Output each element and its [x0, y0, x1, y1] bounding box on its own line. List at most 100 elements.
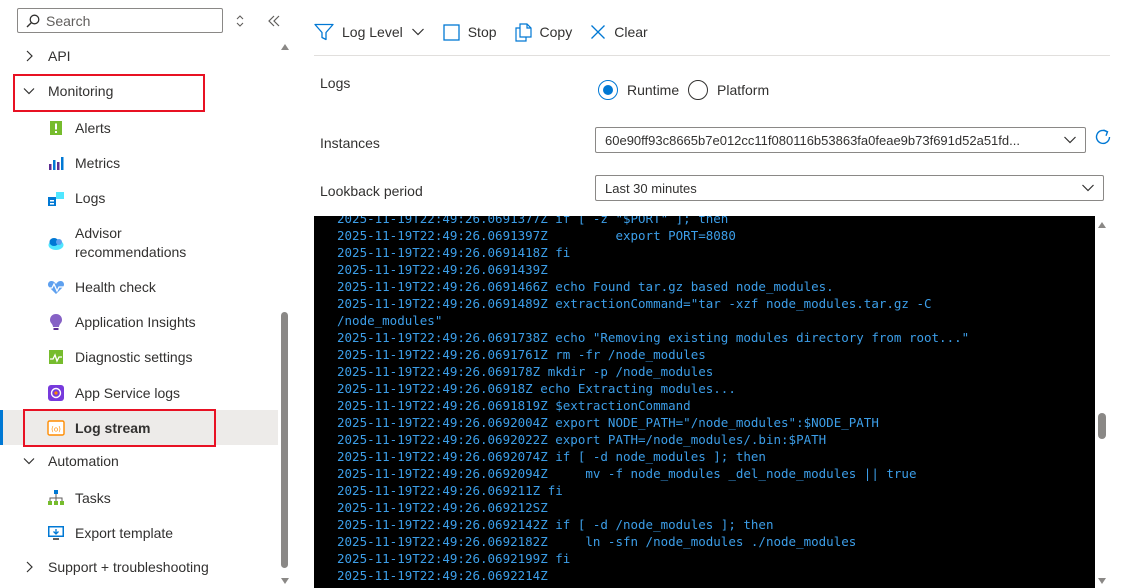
chevron-down-icon — [23, 88, 35, 95]
filter-icon — [314, 23, 334, 41]
menu-group-label: Automation — [48, 453, 119, 469]
menu-item-label: Application Insights — [75, 314, 196, 330]
chevron-down-icon — [23, 458, 35, 465]
log-line: 2025-11-19T22:49:26.0691377Z if [ -z "$P… — [337, 216, 729, 226]
menu-item-diagnostic-settings[interactable]: Diagnostic settings — [0, 345, 278, 369]
export-template-icon — [48, 526, 64, 540]
advisor-icon — [48, 238, 64, 250]
menu-item-metrics[interactable]: Metrics — [0, 151, 278, 175]
log-line: 2025-11-19T22:49:26.0691819Z $extraction… — [337, 398, 691, 413]
menu-group-automation[interactable]: Automation — [0, 449, 278, 473]
metrics-icon — [49, 157, 64, 170]
menu-scrollbar[interactable] — [280, 44, 290, 584]
scroll-up-arrow-icon[interactable] — [1098, 222, 1106, 228]
health-check-icon — [47, 281, 65, 294]
scroll-up-arrow-icon[interactable] — [281, 44, 289, 50]
menu-item-advisor-recommendations[interactable]: Advisor recommendations — [0, 221, 278, 265]
log-scrollbar[interactable] — [1095, 216, 1109, 588]
log-line: 2025-11-19T22:49:26.0691738Z echo "Remov… — [337, 330, 970, 345]
log-line: 2025-11-19T22:49:26.0691418Z fi — [337, 245, 571, 260]
instances-dropdown-value: 60e90ff93c8665b7e012cc11f080116b53863fa0… — [605, 132, 1020, 148]
menu-group-monitoring[interactable]: Monitoring — [0, 79, 278, 103]
menu-item-app-service-logs[interactable]: App Service logs — [0, 381, 278, 405]
clear-button[interactable]: Clear — [590, 14, 648, 50]
radio-runtime[interactable]: Runtime — [598, 80, 679, 100]
radio-runtime-label: Runtime — [627, 82, 680, 98]
refresh-icon[interactable] — [1093, 127, 1113, 147]
log-line: 2025-11-19T22:49:26.0691761Z rm -fr /nod… — [337, 347, 706, 362]
clear-label: Clear — [614, 24, 648, 40]
menu-item-logs[interactable]: Logs — [0, 186, 278, 210]
chevron-right-icon — [26, 50, 33, 62]
menu-item-log-stream[interactable]: (o) Log stream — [0, 410, 278, 445]
menu-item-tasks[interactable]: Tasks — [0, 486, 278, 510]
menu-item-label: Log stream — [75, 419, 151, 436]
log-line: 2025-11-19T22:49:26.0692199Z fi — [337, 551, 571, 566]
menu-item-label: Tasks — [75, 490, 111, 506]
radio-platform-circle[interactable] — [688, 80, 708, 100]
copy-icon — [514, 22, 532, 42]
log-line: 2025-11-19T22:49:26.0692094Z mv -f node_… — [337, 466, 917, 481]
menu-item-label: Health check — [75, 279, 156, 295]
menu-group-label: Monitoring — [48, 83, 114, 99]
stop-button[interactable]: Stop — [443, 14, 497, 50]
app-root: API Monitoring Alerts Me — [0, 0, 1131, 588]
menu-item-label: Alerts — [75, 120, 111, 136]
chevron-right-icon — [26, 561, 33, 573]
menu-item-label: Diagnostic settings — [75, 349, 193, 365]
alerts-icon — [50, 121, 62, 135]
app-service-logs-icon — [48, 385, 64, 401]
tasks-icon — [48, 490, 64, 505]
collapse-menu-icon[interactable] — [265, 12, 283, 30]
log-output: 2025-11-19T22:49:26.0691377Z if [ -z "$P… — [337, 216, 969, 584]
radio-runtime-circle[interactable] — [598, 80, 618, 100]
diagnostic-settings-icon — [49, 350, 63, 364]
log-line: 2025-11-19T22:49:26.0691489Z extractionC… — [337, 296, 932, 311]
scroll-down-arrow-icon[interactable] — [1098, 578, 1106, 584]
menu-search-input[interactable] — [46, 12, 216, 29]
log-line: 2025-11-19T22:49:26.0692214Z — [337, 568, 548, 583]
log-line: 2025-11-19T22:49:26.069211Z fi — [337, 483, 563, 498]
close-icon — [591, 25, 606, 39]
copy-label: Copy — [539, 24, 573, 40]
log-line: 2025-11-19T22:49:26.06918Z echo Extracti… — [337, 381, 736, 396]
stop-icon — [443, 23, 460, 41]
radio-platform[interactable]: Platform — [688, 80, 769, 100]
radio-platform-label: Platform — [717, 82, 770, 98]
sort-icon[interactable] — [233, 12, 247, 30]
menu-group-support-troubleshooting[interactable]: Support + troubleshooting — [0, 555, 278, 579]
menu-item-alerts[interactable]: Alerts — [0, 116, 278, 140]
log-line: 2025-11-19T22:49:26.0692142Z if [ -d /no… — [337, 517, 774, 532]
stop-label: Stop — [467, 24, 497, 40]
scroll-down-arrow-icon[interactable] — [281, 578, 289, 584]
resource-menu: API Monitoring Alerts Me — [0, 0, 292, 588]
log-line: 2025-11-19T22:49:26.0691397Z export PORT… — [337, 228, 736, 243]
menu-group-label: Support + troubleshooting — [48, 559, 209, 575]
menu-group-label: API — [48, 48, 71, 64]
log-scrollbar-thumb[interactable] — [1098, 413, 1106, 439]
menu-item-label: Metrics — [75, 155, 121, 171]
lookback-period-dropdown-value: Last 30 minutes — [605, 180, 697, 196]
log-line: 2025-11-19T22:49:26.069212SZ — [337, 500, 548, 515]
log-line: 2025-11-19T22:49:26.0691466Z echo Found … — [337, 279, 834, 294]
log-stream-console[interactable]: 2025-11-19T22:49:26.0691377Z if [ -z "$P… — [314, 216, 1095, 588]
chevron-down-icon — [1082, 184, 1094, 192]
selection-indicator — [0, 410, 3, 445]
menu-item-export-template[interactable]: Export template — [0, 521, 278, 545]
log-level-button[interactable]: Log Level — [314, 14, 425, 50]
instances-dropdown[interactable]: 60e90ff93c8665b7e012cc11f080116b53863fa0… — [595, 127, 1086, 153]
log-stream-icon: (o) — [47, 420, 65, 436]
application-insights-icon — [50, 314, 62, 330]
lookback-period-dropdown[interactable]: Last 30 minutes — [595, 175, 1104, 201]
menu-scrollbar-thumb[interactable] — [281, 312, 288, 568]
log-line: 2025-11-19T22:49:26.069178Z mkdir -p /no… — [337, 364, 714, 379]
copy-button[interactable]: Copy — [514, 14, 573, 50]
menu-item-health-check[interactable]: Health check — [0, 275, 278, 299]
log-level-label: Log Level — [342, 24, 403, 40]
menu-item-label: Export template — [75, 525, 174, 541]
menu-group-api[interactable]: API — [0, 44, 278, 68]
menu-search-box[interactable] — [17, 8, 223, 33]
log-line: 2025-11-19T22:49:26.0692004Z export NODE… — [337, 415, 879, 430]
menu-item-application-insights[interactable]: Application Insights — [0, 310, 278, 334]
log-line: 2025-11-19T22:49:26.0692074Z if [ -d nod… — [337, 449, 766, 464]
